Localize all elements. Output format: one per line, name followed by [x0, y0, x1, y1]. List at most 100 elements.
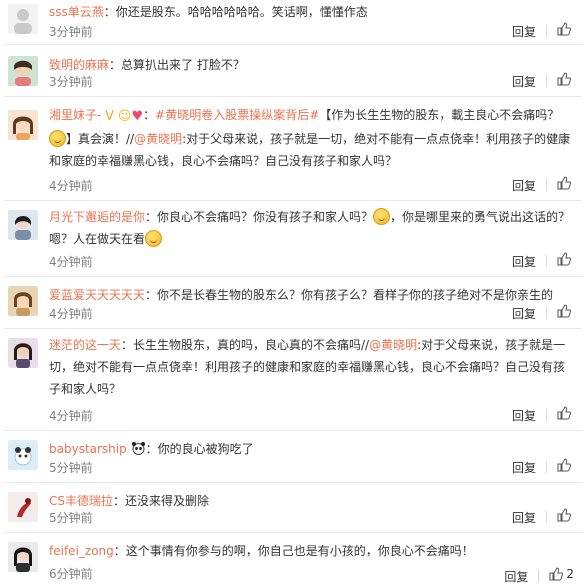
- verified-badge-icon: V: [105, 109, 115, 124]
- comment-content: ：你的良心被狗吃了: [145, 442, 254, 456]
- divider: [546, 179, 547, 191]
- comment-item: babystarship ：你的良心被狗吃了 5分钟前 回复: [4, 430, 582, 483]
- comment-username[interactable]: feifei_zong: [49, 544, 114, 558]
- like-button[interactable]: [557, 176, 574, 190]
- comment-time: 6分钟前: [49, 567, 93, 581]
- heart-icon: ♥: [131, 109, 144, 124]
- divider: [538, 570, 540, 582]
- like-count: 2: [566, 567, 574, 581]
- comment-username[interactable]: CS丰德瑞拉: [49, 494, 113, 508]
- thumb-up-icon: [557, 72, 571, 86]
- mention-separator: //: [126, 132, 135, 146]
- reply-button[interactable]: 回复: [512, 307, 536, 321]
- comment-content: ：总算扒出来了 打脸不？: [109, 58, 245, 72]
- comment-content: 【作为长生生物的股东，載主良心不会痛吗？: [319, 108, 560, 122]
- reply-button[interactable]: 回复: [512, 75, 536, 89]
- like-button[interactable]: [557, 304, 574, 318]
- mention-link[interactable]: @黄晓明: [134, 132, 182, 146]
- avatar[interactable]: [8, 4, 38, 34]
- comment-item: 迷茫的这一天：长生生物股东，真的吗，良心真的不会痛吗//@黄晓明:对于父母来说，…: [4, 328, 582, 431]
- avatar[interactable]: [8, 210, 38, 240]
- comment-item: feifei_zong：这个事情有你参与的啊，你自己也是有小孩的，你良心不会痛吗…: [4, 532, 582, 588]
- comment-username[interactable]: 月光下邂逅的是你: [49, 210, 145, 224]
- comment-text: 爱蓝爱天天天天天：你不是长春生物的股东么？你有孩子么？看样子你的孩子绝对不是你亲…: [49, 284, 574, 306]
- comment-username[interactable]: sss单云燕: [49, 5, 104, 19]
- emoji-icon: [145, 230, 163, 247]
- comment-item: 湘里妹子- V ☺♥：#黄晓明卷入股票操纵案背后#【作为长生生物的股东，載主良心…: [4, 96, 582, 201]
- like-button[interactable]: [557, 252, 574, 266]
- comment-item: 爱蓝爱天天天天天：你不是长春生物的股东么？你有孩子么？看样子你的孩子绝对不是你亲…: [4, 276, 582, 329]
- comment-content: ：长生生物股东，真的吗，良心真的不会痛吗//: [121, 338, 370, 352]
- comment-time: 3分钟前: [49, 25, 93, 39]
- comment-content: ：这个事情有你参与的啊，你自己也是有小孩的，你良心不会痛吗！: [113, 544, 474, 558]
- thumb-up-icon: [557, 252, 571, 266]
- avatar[interactable]: [8, 542, 38, 572]
- topic-link[interactable]: #黄晓明卷入股票操纵案背后#: [155, 108, 319, 122]
- comment-username[interactable]: 致明的麻麻: [49, 58, 109, 72]
- comment-time: 3分钟前: [49, 75, 93, 89]
- divider: [546, 25, 547, 37]
- thumb-up-icon: [557, 304, 571, 318]
- reply-button[interactable]: 回复: [512, 461, 536, 475]
- avatar[interactable]: [8, 440, 38, 470]
- emoji-icon: ☺: [117, 109, 132, 124]
- comment-username[interactable]: 爱蓝爱天天天天天: [49, 288, 145, 302]
- like-button[interactable]: [557, 508, 574, 522]
- comment-item: 月光下邂逅的是你：你良心不会痛吗？你没有孩子和家人吗？ ，你是哪里来的勇气说出这话…: [4, 200, 582, 277]
- comment-item: 致明的麻麻：总算扒出来了 打脸不？ 3分钟前 回复: [4, 44, 582, 97]
- avatar[interactable]: [8, 492, 38, 522]
- like-button[interactable]: [557, 458, 574, 472]
- comment-time: 4分钟前: [49, 179, 93, 193]
- comment-content: ：你不是长春生物的股东么？你有孩子么？看样子你的孩子绝对不是你亲生的: [145, 288, 554, 302]
- reply-button[interactable]: 回复: [512, 511, 536, 525]
- divider: [546, 511, 547, 523]
- reply-button[interactable]: 回复: [512, 255, 536, 269]
- emoji-icon: [373, 208, 391, 225]
- divider: [546, 461, 547, 473]
- avatar[interactable]: [8, 286, 38, 316]
- mention-link[interactable]: @黄晓明: [369, 338, 417, 352]
- avatar[interactable]: [8, 56, 38, 86]
- comment-content: 】真会演！: [66, 132, 127, 146]
- comment-time: 5分钟前: [49, 461, 93, 475]
- like-button[interactable]: [557, 72, 574, 86]
- comment-item: CS丰德瑞拉：还没来得及删除 5分钟前 回复: [4, 482, 582, 533]
- comment-username[interactable]: 迷茫的这一天: [49, 338, 121, 352]
- comment-content: ：你良心不会痛吗？你没有孩子和家人吗？: [145, 210, 374, 224]
- comment-time: 5分钟前: [49, 511, 93, 525]
- comment-text: feifei_zong：这个事情有你参与的啊，你自己也是有小孩的，你良心不会痛吗…: [49, 540, 574, 562]
- reply-button[interactable]: 回复: [504, 570, 528, 584]
- reply-button[interactable]: 回复: [512, 409, 536, 423]
- reply-button[interactable]: 回复: [512, 179, 536, 193]
- comment-text: 湘里妹子- V ☺♥：#黄晓明卷入股票操纵案背后#【作为长生生物的股东，載主良心…: [49, 108, 571, 168]
- avatar[interactable]: [8, 338, 38, 368]
- divider: [546, 75, 547, 87]
- comment-content: ：还没来得及删除: [113, 494, 210, 508]
- comment-time: 4分钟前: [49, 409, 93, 423]
- comment-username[interactable]: babystarship: [49, 442, 127, 456]
- comment-username[interactable]: 湘里妹子-: [49, 108, 101, 122]
- thumb-up-icon: [557, 406, 571, 420]
- comment-text: sss单云燕：你还是股东。哈哈哈哈哈哈。笑话啊，懂懂作态: [49, 1, 574, 23]
- like-button[interactable]: [557, 406, 574, 420]
- thumb-up-icon: [549, 567, 564, 581]
- reply-button[interactable]: 回复: [512, 25, 536, 39]
- comment-list: sss单云燕：你还是股东。哈哈哈哈哈哈。笑话啊，懂懂作态 3分钟前 回复 致明的…: [4, 0, 582, 588]
- emoji-icon: [49, 130, 66, 147]
- like-button[interactable]: [557, 22, 574, 36]
- panda-icon: [131, 442, 145, 455]
- thumb-up-icon: [557, 176, 571, 190]
- thumb-up-icon: [557, 508, 571, 522]
- comment-time: 4分钟前: [49, 307, 93, 321]
- thumb-up-icon: [557, 458, 571, 472]
- divider: [546, 255, 547, 267]
- thumb-up-icon: [557, 22, 571, 36]
- comment-content: ：你还是股东。哈哈哈哈哈哈。笑话啊，懂懂作态: [103, 5, 368, 19]
- like-button[interactable]: 2: [549, 564, 574, 584]
- comment-item: sss单云燕：你还是股东。哈哈哈哈哈哈。笑话啊，懂懂作态 3分钟前 回复: [4, 0, 582, 45]
- comment-text: 迷茫的这一天：长生生物股东，真的吗，良心真的不会痛吗//@黄晓明:对于父母来说，…: [49, 334, 574, 400]
- comment-text: 月光下邂逅的是你：你良心不会痛吗？你没有孩子和家人吗？ ，你是哪里来的勇气说出这话…: [49, 206, 574, 250]
- avatar[interactable]: [8, 110, 38, 140]
- comment-text: babystarship ：你的良心被狗吃了: [49, 438, 574, 460]
- divider: [546, 307, 547, 319]
